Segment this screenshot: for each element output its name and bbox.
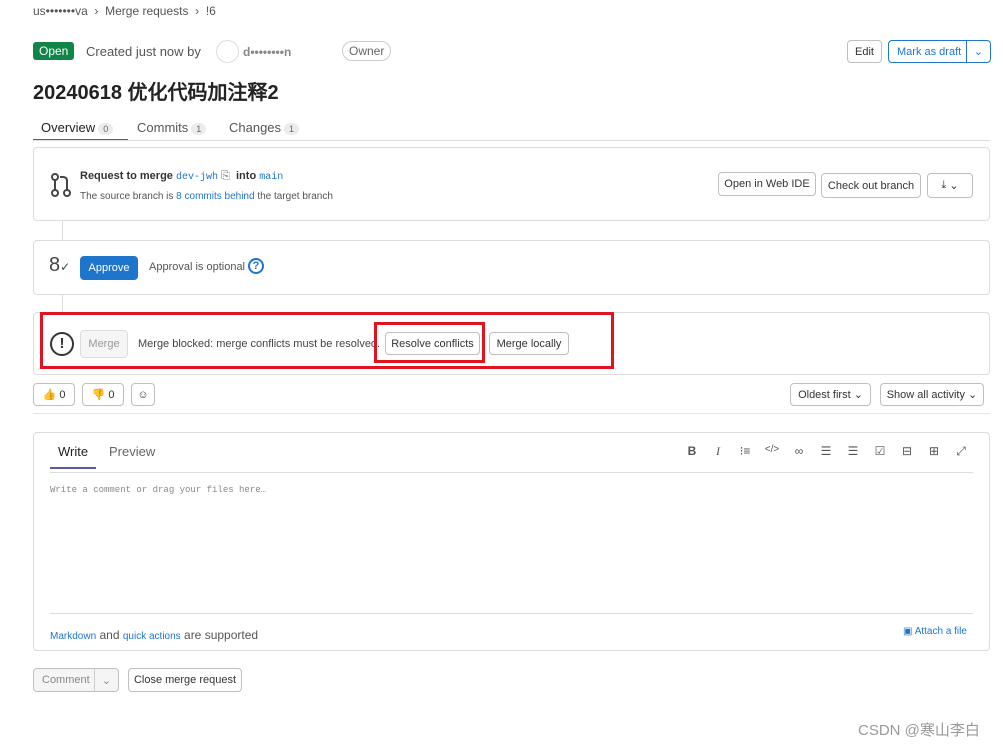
comment-button[interactable]: Comment ⌄ [33,668,119,692]
timeline-line [62,295,63,312]
download-icon: ⤓ [941,179,947,191]
bullet-list-icon[interactable]: ☰ [818,444,834,458]
download-dropdown[interactable]: ⤓ ⌄ [927,173,973,198]
help-icon[interactable]: ? [248,258,264,274]
and-text: and [99,628,120,642]
thumbs-up-count: 0 [59,388,66,401]
highlight-box [40,312,614,369]
comment-editor: Write Preview Write a comment or drag yo… [33,432,990,651]
numbered-list-icon[interactable]: ☰ [845,444,861,458]
chevron-down-icon: ⌄ [949,180,959,192]
owner-badge: Owner [342,41,392,61]
quick-actions-link[interactable]: quick actions [123,631,181,642]
created-text: Created just now by [86,44,201,59]
attach-file-button[interactable]: ▣ Attach a file [903,626,967,637]
attach-label: Attach a file [914,626,967,637]
markdown-link[interactable]: Markdown [50,631,96,642]
sort-dropdown[interactable]: Oldest first ⌄ [790,383,871,406]
tab-commits[interactable]: Commits 1 [137,120,207,135]
behind-prefix: The source branch is [80,191,174,202]
breadcrumb-mr-id[interactable]: !6 [206,4,216,18]
source-branch[interactable]: dev-jwh [176,172,218,183]
into-label: into [236,170,257,182]
approval-optional-text: Approval is optional [149,261,246,273]
watermark: CSDN @寒山李白 [858,722,980,739]
merge-info-card: Request to merge dev-jwh ⎘ into main The… [33,147,990,221]
tab-label: Commits [137,120,189,135]
approval-icon: 8✓ [49,254,71,276]
breadcrumb: us•••••••va › Merge requests › !6 [33,4,216,18]
chevron-down-icon[interactable]: ⌄ [94,669,118,691]
collapsible-icon[interactable]: ⊟ [899,444,915,458]
target-branch[interactable]: main [259,172,283,183]
markdown-help: Markdown and quick actions are supported [50,628,258,642]
request-label: Request to merge [80,170,173,182]
author-name[interactable]: d••••••••n [243,45,291,59]
merge-request-line: Request to merge dev-jwh ⎘ into main [80,170,283,183]
mark-as-draft-label: Mark as draft [897,45,962,58]
supported-text: are supported [184,628,259,642]
avatar[interactable] [216,40,239,63]
comment-textarea[interactable]: Write a comment or drag your files here… [50,485,970,610]
quote-icon[interactable]: ⁝≡ [737,444,753,458]
mark-as-draft-button[interactable]: Mark as draft ⌄ [888,40,991,63]
open-web-ide-button[interactable]: Open in Web IDE [718,172,816,196]
status-badge: Open [33,42,75,60]
thumbs-down-button[interactable]: 👎 0 [82,383,124,406]
add-reaction-button[interactable]: ☺ [131,383,155,406]
behind-suffix: the target branch [257,191,333,202]
merge-request-icon [51,173,71,197]
tab-label: Changes [229,120,282,135]
chevron-down-icon[interactable]: ⌄ [966,41,990,62]
bold-icon[interactable]: B [684,444,700,458]
table-icon[interactable]: ⊞ [926,444,942,458]
task-list-icon[interactable]: ☑ [872,444,888,458]
code-icon[interactable]: </> [764,444,780,455]
tab-count: 1 [191,123,207,135]
tab-count: 0 [98,123,114,135]
tab-write[interactable]: Write [50,444,97,469]
divider [33,413,990,414]
page-title: 20240618 优化代码加注释2 [33,82,279,104]
tab-preview[interactable]: Preview [109,444,155,459]
behind-text: The source branch is 8 commits behind th… [80,191,333,202]
timeline-line [62,221,63,240]
approve-button[interactable]: Approve [80,256,138,280]
comment-label: Comment [42,674,90,686]
activity-filter-dropdown[interactable]: Show all activity ⌄ [880,383,984,406]
sort-label: Oldest first [798,388,851,401]
approval-card: 8✓ Approve Approval is optional ? [33,240,990,295]
edit-button[interactable]: Edit [847,40,882,63]
tabs-divider [33,140,990,141]
fullscreen-icon[interactable]: ⤢ [953,444,969,459]
tab-count: 1 [284,123,300,135]
editor-header-line [50,472,973,473]
tab-label: Overview [41,120,96,135]
highlight-box [374,322,485,363]
thumbs-down-count: 0 [108,388,115,401]
check-out-branch-button[interactable]: Check out branch [821,173,921,198]
tab-changes[interactable]: Changes 1 [229,120,300,135]
copy-icon[interactable]: ⎘ [221,170,230,182]
italic-icon[interactable]: I [710,444,726,459]
tab-overview[interactable]: Overview 0 [33,120,128,141]
commits-behind-link[interactable]: 8 commits behind [176,191,254,202]
link-icon[interactable]: ∞ [791,444,807,458]
smiley-icon: ☺ [137,388,149,401]
close-merge-request-button[interactable]: Close merge request [128,668,242,692]
breadcrumb-merge-requests[interactable]: Merge requests [105,4,188,18]
editor-footer-line [50,613,973,614]
image-icon: ▣ [903,626,913,637]
filter-label: Show all activity [886,388,965,401]
thumbs-up-button[interactable]: 👍 0 [33,383,75,406]
breadcrumb-project[interactable]: us•••••••va [33,4,88,18]
